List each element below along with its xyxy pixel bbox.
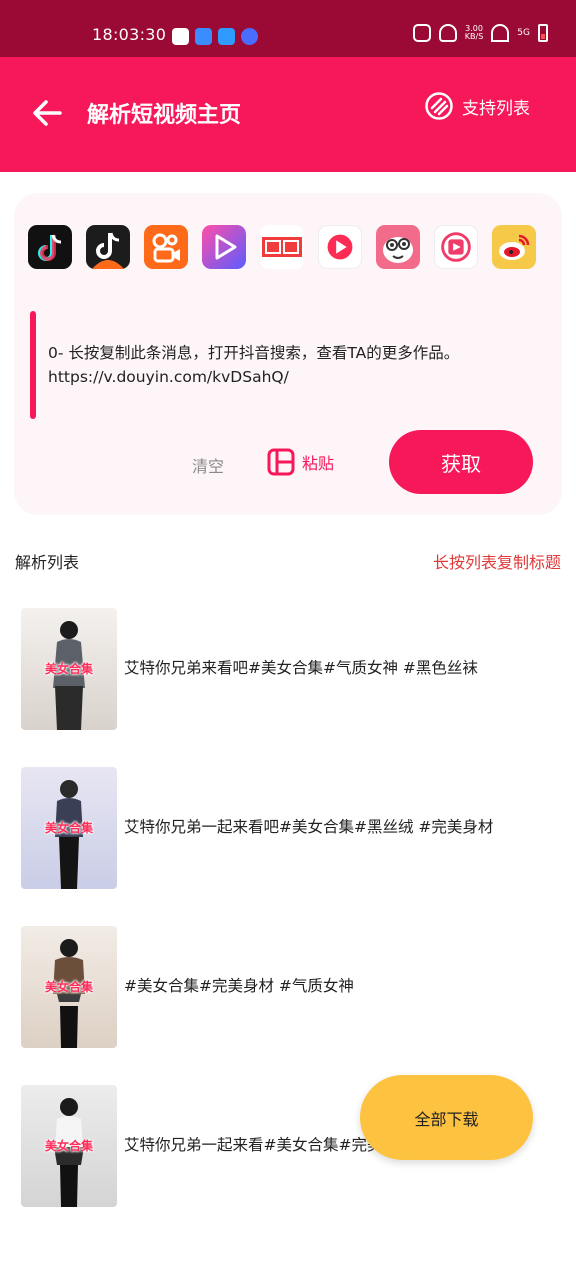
video-title: #美女合集#完美身材 #气质女神 <box>124 977 354 995</box>
notification-app-icon <box>172 28 189 45</box>
clipboard-icon <box>267 448 295 476</box>
arrow-left-icon <box>33 100 62 126</box>
paste-label: 粘贴 <box>302 454 335 473</box>
thumbnail-label: 美女合集 <box>44 662 93 676</box>
notification-app-icon <box>218 28 235 45</box>
status-notification-icons <box>172 28 258 45</box>
get-button[interactable]: 获取 <box>389 430 533 494</box>
support-list-label: 支持列表 <box>462 98 530 119</box>
weishi-icon[interactable] <box>434 225 478 269</box>
bell-icon <box>438 24 457 42</box>
xigua-icon[interactable] <box>318 225 362 269</box>
notification-app-icon <box>195 28 212 45</box>
support-list-button[interactable]: 支持列表 <box>424 91 530 121</box>
thumbnail-label: 美女合集 <box>44 821 93 835</box>
status-bar: 18:03:30 3.00 KB/S 5G <box>0 0 576 57</box>
parse-card: 0- 长按复制此条消息，打开抖音搜索，查看TA的更多作品。 https://v.… <box>14 193 562 515</box>
platform-icons <box>28 225 536 269</box>
list-title: 解析列表 <box>15 553 80 572</box>
list-badge-icon <box>425 92 453 120</box>
douyin-icon[interactable] <box>28 225 72 269</box>
app-bar: 解析短视频主页 支持列表 <box>0 57 576 172</box>
notification-app-icon <box>241 28 258 45</box>
video-title: 艾特你兄弟来看吧#美女合集#气质女神 #黑色丝袜 <box>124 659 478 677</box>
signal-label: 5G <box>517 28 530 38</box>
net-speed: 3.00 KB/S <box>465 25 484 41</box>
toutiao-icon[interactable] <box>260 225 304 269</box>
download-all-button[interactable]: 全部下载 <box>360 1075 533 1160</box>
video-thumbnail: 美女合集 <box>21 926 117 1048</box>
list-item[interactable]: 美女合集 艾特你兄弟来看吧#美女合集#气质女神 #黑色丝袜 <box>21 608 561 730</box>
video-play-icon[interactable] <box>202 225 246 269</box>
clear-button[interactable]: 清空 <box>192 453 224 477</box>
wifi-icon <box>491 24 510 42</box>
pipixia-icon[interactable] <box>376 225 420 269</box>
share-url-line: https://v.douyin.com/kvDSahQ/ <box>48 368 289 386</box>
input-accent-bar <box>30 311 36 419</box>
douyin-lite-icon[interactable] <box>86 225 130 269</box>
list-hint: 长按列表复制标题 <box>432 553 561 572</box>
status-indicators: 3.00 KB/S 5G <box>412 24 548 42</box>
cat-icon <box>412 24 431 42</box>
net-speed-unit: KB/S <box>464 32 484 41</box>
share-text-line: 0- 长按复制此条消息，打开抖音搜索，查看TA的更多作品。 <box>48 344 460 362</box>
list-item[interactable]: 美女合集 #美女合集#完美身材 #气质女神 <box>21 926 561 1048</box>
kuaishou-icon[interactable] <box>144 225 188 269</box>
paste-button[interactable]: 粘贴 <box>266 447 334 477</box>
video-thumbnail: 美女合集 <box>21 1085 117 1207</box>
page-title: 解析短视频主页 <box>87 103 242 128</box>
share-link-input[interactable]: 0- 长按复制此条消息，打开抖音搜索，查看TA的更多作品。 https://v.… <box>48 341 543 389</box>
video-thumbnail: 美女合集 <box>21 608 117 730</box>
weibo-icon[interactable] <box>492 225 536 269</box>
thumbnail-label: 美女合集 <box>44 1139 93 1153</box>
thumbnail-label: 美女合集 <box>44 980 93 994</box>
video-thumbnail: 美女合集 <box>21 767 117 889</box>
battery-icon <box>538 24 548 42</box>
video-title: 艾特你兄弟一起来看吧#美女合集#黑丝绒 #完美身材 <box>124 818 494 836</box>
back-button[interactable] <box>28 93 68 133</box>
status-time: 18:03:30 <box>92 25 167 44</box>
list-item[interactable]: 美女合集 艾特你兄弟一起来看吧#美女合集#黑丝绒 #完美身材 <box>21 767 561 889</box>
